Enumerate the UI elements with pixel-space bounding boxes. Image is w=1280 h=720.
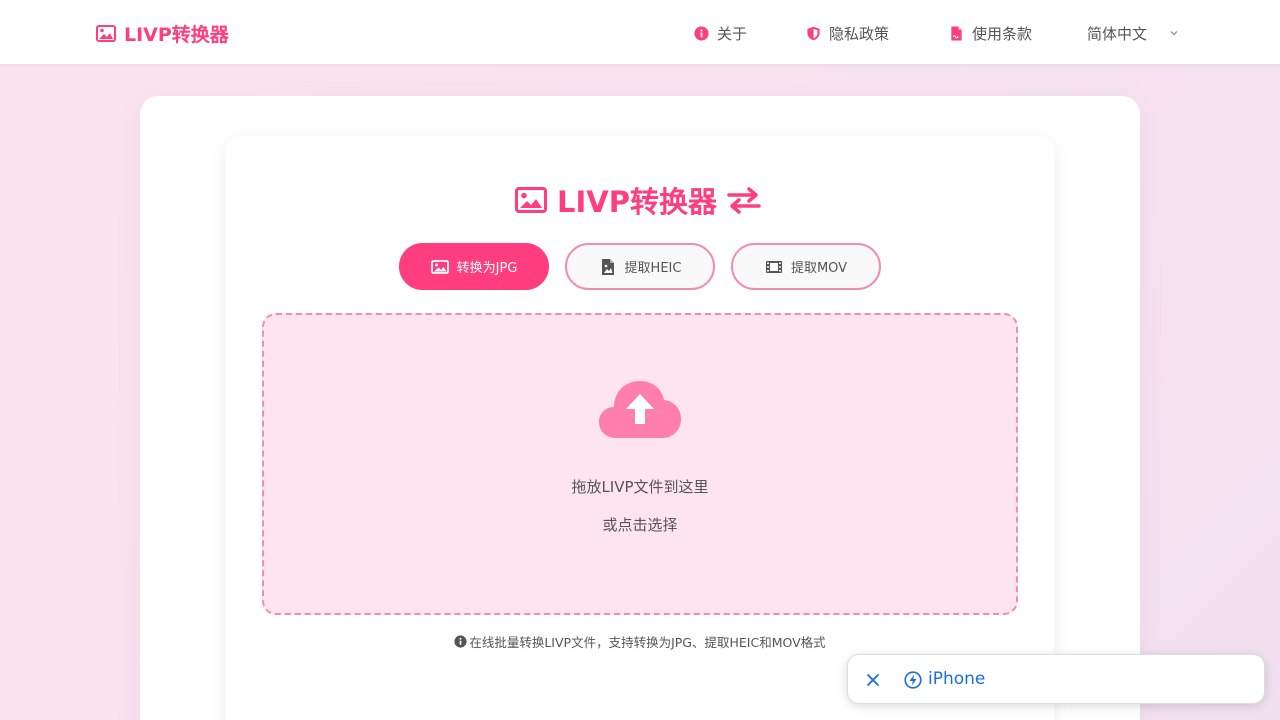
info-description-text: 在线批量转换LIVP文件，支持转换为JPG、提取HEIC和MOV格式 — [469, 634, 826, 650]
tab-extract-heic[interactable]: 提取HEIC — [565, 243, 715, 290]
brand-logo-link[interactable]: LIVP转换器 — [96, 21, 229, 46]
toast-label[interactable]: iPhone — [928, 669, 985, 689]
image-icon — [96, 24, 116, 42]
nav-terms-label: 使用条款 — [972, 24, 1033, 43]
tab-extract-mov-label: 提取MOV — [790, 261, 848, 276]
cloud-upload-icon — [599, 381, 681, 438]
iphone-toast[interactable]: iPhone — [847, 654, 1265, 704]
chevron-down-icon — [1170, 31, 1178, 36]
file-dropzone[interactable] — [262, 313, 1018, 615]
image-icon — [515, 187, 547, 213]
dropzone-primary-text: 拖放LIVP文件到这里 — [571, 478, 709, 496]
top-navbar: LIVP转换器 关于 隐私政策 使用条款 简体中文 — [0, 0, 1280, 64]
language-selected-value: 简体中文 — [1087, 24, 1148, 43]
film-icon — [765, 260, 782, 273]
brand-title: LIVP转换器 — [124, 23, 229, 46]
lightning-icon — [904, 671, 922, 689]
page-title: LIVP转换器 — [515, 180, 761, 220]
exchange-arrows-icon — [727, 187, 761, 214]
tab-convert-jpg[interactable]: 转换为JPG — [399, 243, 549, 290]
image-icon — [430, 259, 449, 274]
tab-extract-mov[interactable]: 提取MOV — [731, 243, 881, 290]
file-image-icon — [601, 258, 614, 275]
language-select[interactable]: 简体中文 — [1087, 22, 1179, 44]
nav-about-link[interactable]: 关于 — [694, 22, 747, 44]
dropzone-secondary-text: 或点击选择 — [602, 516, 678, 534]
close-icon[interactable] — [865, 672, 881, 688]
nav-about-label: 关于 — [717, 24, 748, 43]
info-icon — [454, 634, 467, 648]
nav-privacy-label: 隐私政策 — [829, 24, 890, 43]
tab-convert-jpg-label: 转换为JPG — [456, 261, 518, 276]
nav-privacy-link[interactable]: 隐私政策 — [806, 22, 889, 44]
info-description: 在线批量转换LIVP文件，支持转换为JPG、提取HEIC和MOV格式 — [300, 632, 980, 650]
page-title-text: LIVP转换器 — [557, 185, 717, 219]
info-icon — [694, 25, 709, 41]
file-contract-icon — [951, 25, 962, 41]
nav-terms-link[interactable]: 使用条款 — [949, 22, 1032, 44]
tab-extract-heic-label: 提取HEIC — [624, 261, 682, 276]
shield-icon — [807, 26, 820, 40]
